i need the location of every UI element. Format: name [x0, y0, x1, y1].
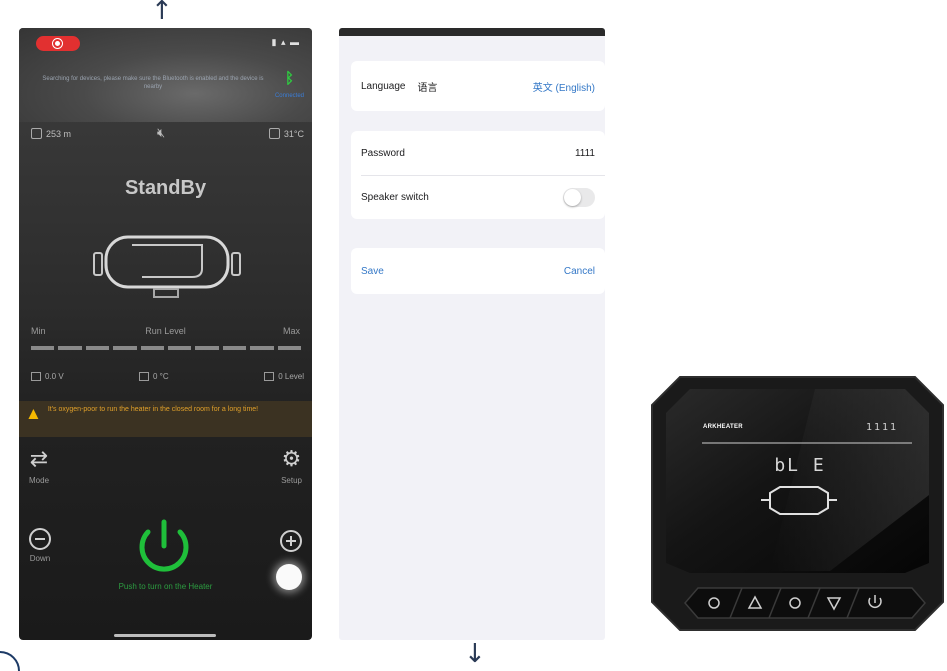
- language-value[interactable]: 英文 (English): [533, 79, 595, 94]
- run-level-segment: [85, 346, 110, 350]
- run-level-segment: [168, 346, 192, 350]
- settings-screen: Language 语言 英文 (English) Password 1111 S…: [339, 28, 605, 640]
- temperature-stat: 31°C: [268, 128, 304, 139]
- language-label: Language: [361, 80, 406, 92]
- voltage-meter: 0.0 V: [31, 372, 64, 381]
- down-button[interactable]: Down: [29, 528, 51, 563]
- down-label: Down: [29, 554, 51, 563]
- run-level-segment: [250, 346, 274, 350]
- device-brand-logo: ARKHEATER: [703, 424, 743, 430]
- action-row: Save Cancel: [351, 248, 605, 294]
- thermometer-icon: [268, 128, 280, 139]
- warning-icon: ▲: [25, 404, 42, 423]
- screenshot-canvas: ↑ ↓ ▮ ▴ ▬ Searching for devices, please …: [0, 0, 947, 671]
- heater-app-screen: ▮ ▴ ▬ Searching for devices, please make…: [19, 28, 312, 640]
- level-icon: [264, 372, 275, 381]
- arrow-down-icon: ↓: [464, 639, 486, 669]
- run-level-bar[interactable]: [31, 346, 302, 350]
- oxygen-warning-banner: ▲ It's oxygen-poor to run the heater in …: [19, 401, 312, 437]
- plus-icon: [280, 530, 302, 552]
- setup-label: Setup: [281, 476, 302, 485]
- run-level-segment: [277, 346, 302, 350]
- up-button[interactable]: [280, 530, 302, 552]
- assistive-touch-button[interactable]: [276, 564, 302, 590]
- run-level-segment: [58, 346, 82, 350]
- language-label-chinese: 语言: [417, 82, 438, 94]
- language-group: Language 语言 英文 (English): [351, 61, 605, 111]
- altitude-stat: 253 m: [31, 128, 71, 139]
- run-level-segment: [113, 346, 137, 350]
- device-display-text: bL E: [774, 455, 826, 476]
- mute-icon[interactable]: 🔇︎: [157, 125, 165, 141]
- circle-marker-icon: [0, 651, 20, 671]
- connection-banner: ▮ ▴ ▬ Searching for devices, please make…: [19, 28, 312, 122]
- run-level-segment: [31, 346, 55, 350]
- home-indicator[interactable]: [114, 634, 216, 637]
- heater-controller-device: [651, 376, 944, 631]
- arrow-up-icon: ↑: [151, 0, 173, 26]
- speaker-label: Speaker switch: [361, 191, 429, 203]
- heater-unit-icon: [93, 235, 241, 298]
- temperature-value: 31°C: [283, 128, 304, 139]
- voltage-value: 0.0 V: [45, 372, 64, 381]
- fuel-icon: [139, 372, 149, 381]
- minus-icon: [29, 528, 51, 550]
- action-group: Save Cancel: [351, 248, 605, 294]
- device-indicator: 1111: [866, 422, 899, 433]
- bluetooth-icon[interactable]: ᛒ: [285, 70, 294, 87]
- warning-text: It's oxygen-poor to run the heater in th…: [47, 406, 259, 413]
- speaker-toggle[interactable]: [563, 187, 595, 207]
- camera-icon: [31, 128, 42, 139]
- settings-top-edge: [339, 28, 605, 36]
- battery-icon: [31, 372, 41, 381]
- password-row[interactable]: Password 1111: [351, 131, 605, 175]
- run-level-segment: [140, 346, 165, 350]
- device-settings-group: Password 1111 Speaker switch: [351, 131, 605, 219]
- password-label: Password: [361, 147, 405, 159]
- gear-icon: ⚙: [281, 447, 302, 472]
- bluetooth-label: Connected: [274, 93, 304, 99]
- heater-status-title: StandBy: [124, 177, 207, 199]
- password-value[interactable]: 1111: [575, 148, 595, 159]
- mode-label: Mode: [29, 476, 50, 485]
- level-value: 0 Level: [278, 372, 304, 381]
- run-level-segment: [222, 346, 247, 350]
- screen-record-indicator: [36, 36, 80, 51]
- gas-value: 0 °C: [153, 372, 169, 381]
- level-meter: 0 Level: [264, 372, 304, 381]
- mode-icon: ⇄: [29, 447, 49, 472]
- language-row[interactable]: Language 语言 英文 (English): [351, 61, 605, 111]
- connection-status-text: Searching for devices, please make sure …: [42, 76, 264, 90]
- setup-button[interactable]: ⚙ Setup: [281, 447, 302, 486]
- mode-button[interactable]: ⇄ Mode: [29, 447, 50, 486]
- run-level-label: Run Level: [145, 326, 186, 336]
- power-icon[interactable]: [131, 518, 197, 576]
- speaker-row: Speaker switch: [351, 175, 605, 219]
- status-bar-icons: ▮ ▴ ▬: [271, 37, 300, 47]
- cancel-button[interactable]: Cancel: [564, 266, 595, 277]
- gas-meter: 0 °C: [139, 372, 169, 381]
- run-level-max: Max: [282, 326, 300, 336]
- save-button[interactable]: Save: [361, 266, 384, 277]
- power-button-label: Push to turn on the Heater: [118, 582, 213, 591]
- altitude-value: 253 m: [46, 128, 72, 139]
- run-level-segment: [195, 346, 219, 350]
